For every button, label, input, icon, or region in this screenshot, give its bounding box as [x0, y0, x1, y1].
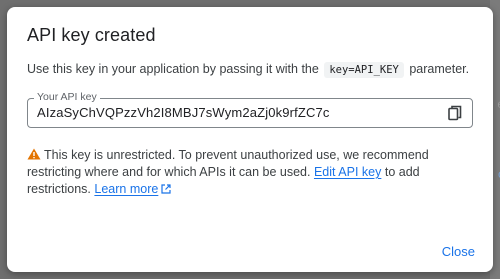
warning-icon: [27, 148, 41, 160]
close-button[interactable]: Close: [442, 244, 475, 259]
api-key-dialog: API key created Use this key in your app…: [7, 7, 493, 272]
open-in-new-icon: [161, 182, 171, 194]
api-key-value[interactable]: AIzaSyChVQPzzVh2I8MBJ7sWym2aZj0k9rfZC7c: [37, 105, 330, 120]
description-text: Use this key in your application by pass…: [27, 62, 319, 76]
description-text-end: parameter.: [409, 62, 470, 76]
api-key-field[interactable]: Your API key AIzaSyChVQPzzVh2I8MBJ7sWym2…: [27, 91, 473, 128]
learn-more-link[interactable]: Learn more: [94, 182, 171, 196]
copy-icon[interactable]: [448, 105, 462, 121]
learn-more-label: Learn more: [94, 182, 159, 196]
api-key-field-label: Your API key: [34, 91, 100, 103]
unrestricted-warning: This key is unrestricted. To prevent una…: [27, 147, 475, 198]
dialog-description: Use this key in your application by pass…: [27, 62, 470, 78]
code-snippet: key=API_KEY: [324, 62, 404, 78]
edit-api-key-link[interactable]: Edit API key: [314, 165, 381, 179]
dialog-title: API key created: [27, 25, 156, 45]
